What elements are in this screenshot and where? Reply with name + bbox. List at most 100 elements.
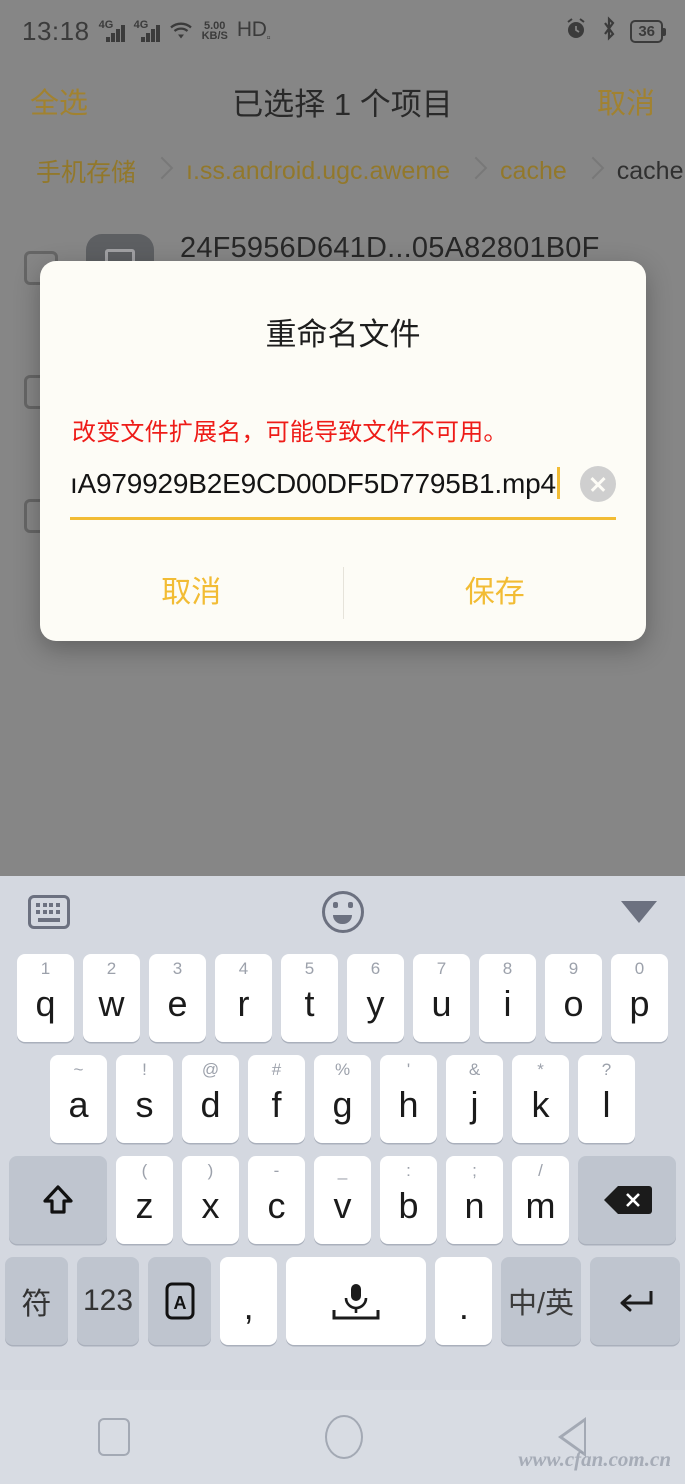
key-alt: :	[406, 1161, 411, 1180]
key-a[interactable]: ~ a	[50, 1055, 107, 1143]
key-p[interactable]: 0p	[611, 954, 668, 1042]
key-v[interactable]: _ v	[314, 1156, 371, 1244]
keyboard-rows: 1q 2w 3e 4r 5t 6y 7u 8i 9o 0p ~ a ! s @ d #…	[0, 948, 685, 1345]
key-alt: ~	[73, 1060, 84, 1079]
key-label: w	[98, 983, 125, 1024]
key-comma[interactable]: ,	[220, 1257, 278, 1345]
key-o[interactable]: 9o	[545, 954, 602, 1042]
key-m[interactable]: / m	[512, 1156, 569, 1244]
key-label: y	[366, 983, 385, 1024]
key-label: 中/英	[507, 1288, 575, 1320]
key-label: e	[167, 983, 188, 1024]
save-button[interactable]: 保存	[344, 545, 647, 641]
cn-en-toggle-key[interactable]: 中/英	[501, 1257, 581, 1345]
cfan-watermark: www.cfan.com.cn	[518, 1447, 671, 1471]
language-A-icon[interactable]: A	[148, 1257, 212, 1345]
key-t[interactable]: 5t	[281, 954, 338, 1042]
key-i[interactable]: 8i	[479, 954, 536, 1042]
key-label: m	[525, 1185, 556, 1226]
shift-icon[interactable]	[9, 1156, 107, 1244]
key-alt: 4	[238, 959, 249, 978]
key-f[interactable]: # f	[248, 1055, 305, 1143]
clear-icon[interactable]	[580, 466, 616, 502]
key-label: r	[237, 983, 250, 1024]
dialog-actions: 取消 保存	[40, 545, 646, 641]
key-alt: '	[406, 1060, 411, 1079]
key-g[interactable]: % g	[314, 1055, 371, 1143]
enter-icon[interactable]	[589, 1257, 680, 1345]
key-alt: ?	[601, 1060, 612, 1079]
key-label: b	[398, 1185, 419, 1226]
key-label: v	[333, 1185, 352, 1226]
key-d[interactable]: @ d	[182, 1055, 239, 1143]
key-label: c	[267, 1185, 286, 1226]
key-alt: 9	[568, 959, 579, 978]
key-label: o	[563, 983, 584, 1024]
key-x[interactable]: ) x	[182, 1156, 239, 1244]
key-label: t	[304, 983, 315, 1024]
key-l[interactable]: ? l	[578, 1055, 635, 1143]
key-alt: 6	[370, 959, 381, 978]
key-k[interactable]: * k	[512, 1055, 569, 1143]
dialog-title: 重命名文件	[265, 317, 421, 352]
key-alt: %	[334, 1060, 351, 1079]
keyboard-row-3: (z ) x -c _ v :b ; n / m	[5, 1156, 680, 1244]
key-q[interactable]: 1q	[17, 954, 74, 1042]
key-h[interactable]: ' h	[380, 1055, 437, 1143]
numbers-key[interactable]: 123	[76, 1257, 140, 1345]
key-alt: 5	[304, 959, 315, 978]
key-s[interactable]: ! s	[116, 1055, 173, 1143]
key-label: n	[464, 1185, 485, 1226]
key-alt: 0	[634, 959, 645, 978]
key-alt: !	[142, 1060, 147, 1079]
key-j[interactable]: & j	[446, 1055, 503, 1143]
filename-input-row: ıA979929B2E9CD00DF5D7795B1.mp4	[70, 463, 616, 520]
chevron-down-icon[interactable]	[621, 901, 657, 923]
key-alt: *	[537, 1060, 544, 1079]
key-alt: 2	[106, 959, 117, 978]
key-alt: &	[468, 1060, 481, 1079]
key-u[interactable]: 7u	[413, 954, 470, 1042]
key-label: u	[431, 983, 452, 1024]
keyboard-row-2: ~ a ! s @ d # f % g ' h & j * k ? l	[5, 1055, 680, 1143]
keyboard-row-1: 1q 2w 3e 4r 5t 6y 7u 8i 9o 0p	[5, 954, 680, 1042]
key-label: h	[398, 1084, 419, 1125]
square-recents-icon[interactable]	[97, 1418, 130, 1456]
key-b[interactable]: :b	[380, 1156, 437, 1244]
cancel-button[interactable]: 取消	[40, 545, 343, 641]
key-c[interactable]: -c	[248, 1156, 305, 1244]
filename-input[interactable]: ıA979929B2E9CD00DF5D7795B1.mp4	[70, 463, 572, 505]
symbols-key[interactable]: 符	[5, 1257, 68, 1345]
key-z[interactable]: (z	[116, 1156, 173, 1244]
key-alt: ;	[472, 1161, 477, 1180]
key-label: s	[135, 1084, 154, 1125]
backspace-icon[interactable]	[578, 1156, 676, 1244]
space-key[interactable]	[286, 1257, 427, 1345]
key-y[interactable]: 6y	[347, 954, 404, 1042]
phone-screen: 13:18 4G 4G 5.00 KB/S HD▫ 36 全选 已选择 1 个项…	[0, 0, 685, 1484]
filename-input-value: ıA979929B2E9CD00DF5D7795B1.mp4	[70, 468, 556, 499]
key-label: q	[35, 983, 56, 1024]
key-period[interactable]: .	[435, 1257, 493, 1345]
circle-home-icon[interactable]	[324, 1415, 363, 1459]
key-r[interactable]: 4r	[215, 954, 272, 1042]
microphone-icon	[332, 1284, 380, 1320]
emoji-icon[interactable]	[321, 891, 364, 933]
key-alt: 7	[436, 959, 447, 978]
key-w[interactable]: 2w	[83, 954, 140, 1042]
key-n[interactable]: ; n	[446, 1156, 503, 1244]
soft-keyboard: 1q 2w 3e 4r 5t 6y 7u 8i 9o 0p ~ a ! s @ d #…	[0, 876, 685, 1390]
key-e[interactable]: 3e	[149, 954, 206, 1042]
key-alt: )	[207, 1161, 214, 1180]
key-label: z	[135, 1185, 154, 1226]
key-label: a	[68, 1084, 89, 1125]
keyboard-switch-icon[interactable]	[28, 895, 70, 929]
keyboard-toolbar	[0, 876, 685, 948]
key-alt: #	[271, 1060, 282, 1079]
key-label: ,	[243, 1286, 254, 1327]
dialog-warning-text: 改变文件扩展名，可能导致文件不可用。	[72, 419, 508, 446]
key-label: i	[503, 983, 512, 1024]
key-label: l	[602, 1084, 611, 1125]
key-alt: _	[337, 1161, 348, 1180]
key-label: .	[458, 1286, 469, 1327]
